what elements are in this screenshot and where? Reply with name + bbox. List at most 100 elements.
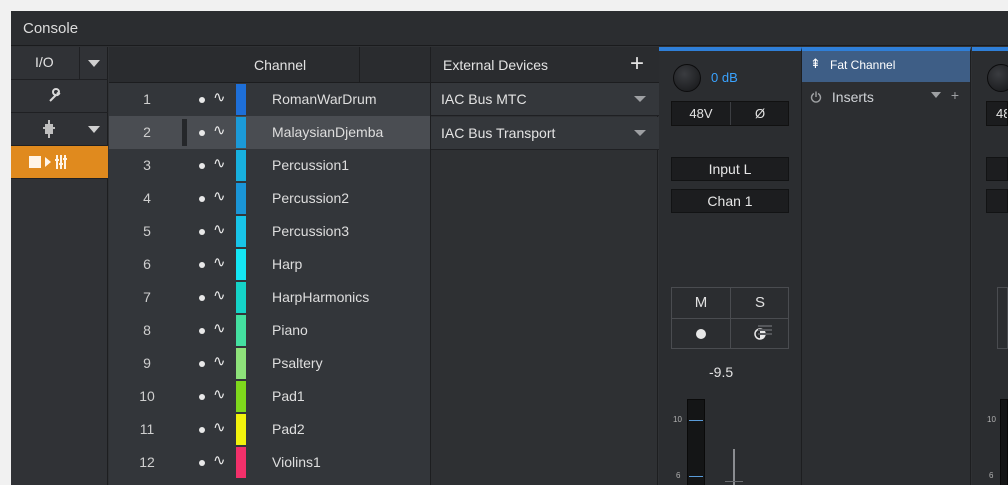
channel-row[interactable]: 7 ∿ HarpHarmonics (109, 281, 430, 314)
channel-color-swatch[interactable] (236, 414, 246, 445)
channel-color-swatch[interactable] (236, 315, 246, 346)
header-divider (359, 47, 360, 83)
monitor-wave-icon[interactable]: ∿ (213, 187, 226, 205)
channel-color-swatch[interactable] (236, 381, 246, 412)
record-dot-icon[interactable] (199, 460, 205, 466)
setup-button[interactable] (11, 80, 108, 113)
mute-solo-block: M S (671, 287, 789, 349)
volume-fader[interactable] (1000, 399, 1008, 485)
record-dot-icon[interactable] (199, 328, 205, 334)
mute-solo-block[interactable] (997, 287, 1008, 349)
input-selector[interactable]: Input L (671, 157, 789, 181)
channel-row[interactable]: 2 ∿ MalaysianDjemba (109, 116, 430, 149)
channel-name: MalaysianDjemba (272, 124, 384, 140)
monitor-wave-icon[interactable]: ∿ (213, 121, 226, 139)
channel-header-label: Channel (254, 57, 307, 73)
mixer-view-button[interactable] (11, 146, 108, 179)
inserts-row[interactable]: Inserts (810, 89, 874, 105)
channel-color-swatch[interactable] (236, 117, 246, 148)
fat-channel-header[interactable]: ⇞ Fat Channel (802, 51, 970, 82)
input-selector[interactable] (986, 157, 1008, 181)
external-devices-panel: External Devices + IAC Bus MTC IAC Bus T… (430, 47, 659, 485)
channel-row[interactable]: 10 ∿ Pad1 (109, 380, 430, 413)
wrench-icon (49, 88, 61, 102)
record-dot-icon[interactable] (199, 196, 205, 202)
device-item[interactable]: IAC Bus Transport (431, 117, 659, 150)
device-item[interactable]: IAC Bus MTC (431, 83, 659, 116)
gain-knob[interactable] (987, 64, 1008, 92)
channel-row[interactable]: 4 ∿ Percussion2 (109, 182, 430, 215)
record-arm-button[interactable] (672, 319, 730, 349)
channel-name: Harp (272, 256, 303, 272)
gain-readout: 0 dB (711, 70, 738, 85)
monitor-wave-icon[interactable]: ∿ (213, 418, 226, 436)
channel-row[interactable]: 12 ∿ Violins1 (109, 446, 430, 479)
fader-tick-mark (689, 476, 703, 477)
record-dot-icon[interactable] (199, 394, 205, 400)
phase-invert-button[interactable]: Ø (731, 102, 789, 125)
monitor-wave-icon[interactable]: ∿ (213, 88, 226, 106)
record-dot-icon[interactable] (199, 262, 205, 268)
external-devices-title: External Devices (443, 57, 549, 73)
record-dot-icon[interactable] (199, 163, 205, 169)
phantom-power-button[interactable]: 48 (986, 101, 1008, 126)
channel-color-swatch[interactable] (236, 84, 246, 115)
volume-fader[interactable] (687, 399, 705, 485)
channel-color-swatch[interactable] (236, 282, 246, 313)
channel-number: 10 (139, 388, 155, 404)
output-channel-selector[interactable]: Chan 1 (671, 189, 789, 213)
mute-button[interactable]: M (672, 288, 730, 318)
io-button[interactable]: I/O (11, 47, 108, 80)
channel-name: Psaltery (272, 355, 323, 371)
monitor-wave-icon[interactable]: ∿ (213, 253, 226, 271)
channel-color-swatch[interactable] (236, 150, 246, 181)
monitor-wave-icon[interactable]: ∿ (213, 451, 226, 469)
monitor-wave-icon[interactable]: ∿ (213, 385, 226, 403)
device-item-label: IAC Bus MTC (441, 91, 527, 107)
channel-row[interactable]: 5 ∿ Percussion3 (109, 215, 430, 248)
channel-color-swatch[interactable] (236, 348, 246, 379)
record-dot-icon[interactable] (199, 361, 205, 367)
app-frame: Console I/O Channel 1 ∿ RomanWarDrum 2 ∿… (0, 0, 1008, 485)
record-dot-icon[interactable] (199, 97, 205, 103)
ms-divider-h (672, 318, 788, 319)
phantom-power-button[interactable]: 48V (672, 102, 730, 125)
channel-name: Piano (272, 322, 308, 338)
inserts-label: Inserts (831, 89, 874, 105)
channel-color-swatch[interactable] (236, 216, 246, 247)
fader-scale-6: 6 (676, 471, 681, 480)
channel-row[interactable]: 11 ∿ Pad2 (109, 413, 430, 446)
channel-row[interactable]: 1 ∿ RomanWarDrum (109, 83, 430, 116)
record-dot-icon[interactable] (199, 295, 205, 301)
record-dot-icon[interactable] (199, 427, 205, 433)
add-device-button[interactable]: + (630, 50, 644, 78)
channel-color-swatch[interactable] (236, 447, 246, 478)
inserts-dropdown-icon[interactable] (931, 92, 941, 98)
channel-row[interactable]: 9 ∿ Psaltery (109, 347, 430, 380)
monitor-wave-icon[interactable]: ∿ (213, 154, 226, 172)
fader-grip-icon[interactable] (758, 325, 772, 339)
add-insert-button[interactable]: + (951, 87, 959, 103)
monitor-wave-icon[interactable]: ∿ (213, 352, 226, 370)
power-icon[interactable] (810, 91, 822, 103)
gain-knob[interactable] (673, 64, 701, 92)
devices-button[interactable] (11, 113, 108, 146)
devices-dropdown-icon[interactable] (88, 126, 100, 133)
monitor-wave-icon[interactable]: ∿ (213, 286, 226, 304)
solo-button[interactable]: S (731, 288, 789, 318)
channel-row[interactable]: 3 ∿ Percussion1 (109, 149, 430, 182)
channel-row[interactable]: 8 ∿ Piano (109, 314, 430, 347)
record-dot-icon[interactable] (199, 130, 205, 136)
output-channel-selector[interactable] (986, 189, 1008, 213)
fat-channel-icon: ⇞ (810, 56, 821, 71)
fader-scale-6: 6 (989, 471, 994, 480)
record-dot-icon[interactable] (199, 229, 205, 235)
channel-color-swatch[interactable] (236, 249, 246, 280)
io-dropdown-icon[interactable] (88, 60, 100, 67)
channel-row[interactable]: 6 ∿ Harp (109, 248, 430, 281)
chevron-down-icon[interactable] (634, 96, 646, 102)
channel-color-swatch[interactable] (236, 183, 246, 214)
monitor-wave-icon[interactable]: ∿ (213, 220, 226, 238)
chevron-down-icon[interactable] (634, 130, 646, 136)
monitor-wave-icon[interactable]: ∿ (213, 319, 226, 337)
